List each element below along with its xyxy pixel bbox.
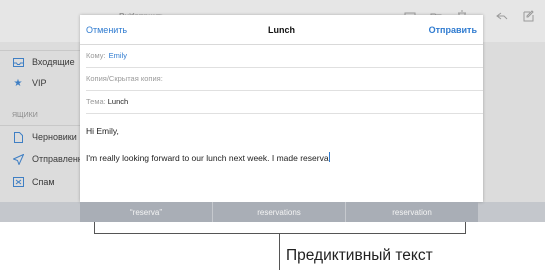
sidebar-item-label: Черновики (32, 132, 77, 142)
to-field[interactable]: Кому: Emily (86, 45, 483, 68)
to-label: Кому: (86, 51, 106, 60)
sidebar-item-label: Спам (32, 177, 55, 187)
sidebar-item-junk[interactable]: Спам (0, 171, 80, 193)
sent-icon (12, 153, 24, 165)
section-header: ЯЩИКИ (12, 112, 38, 119)
subject-value: Lunch (107, 97, 129, 106)
text-cursor (328, 152, 330, 162)
reply-icon (496, 12, 508, 20)
to-recipient[interactable]: Emily (109, 51, 127, 60)
prediction-suggestion[interactable]: reservation (346, 202, 478, 222)
compose-nav-bar: Отменить Lunch Отправить (80, 15, 483, 45)
draft-icon (12, 131, 24, 143)
background-sidebar: Входящие ★ VIP ЯЩИКИ Черновики Отправлен… (0, 42, 80, 202)
compose-sheet: Отменить Lunch Отправить Кому: Emily Копи… (80, 15, 483, 202)
background-message-pane (483, 42, 545, 202)
compose-title: Lunch (268, 25, 295, 35)
message-body-greeting[interactable]: Hi Emily, (86, 126, 481, 136)
send-button[interactable]: Отправить (429, 25, 477, 35)
predictive-text-bar: “reserva” reservations reservation (80, 202, 478, 222)
sidebar-item-label: Отправленные (32, 154, 80, 164)
callout-leader-line (279, 233, 280, 270)
callout-label: Предиктивный текст (286, 247, 433, 264)
star-icon: ★ (13, 77, 23, 89)
ipad-screenshot: ВходящиеИзменить Входящие ★ VIP ЯЩИКИ Че… (0, 0, 545, 222)
compose-icon (523, 10, 534, 22)
subject-label: Тема: (86, 97, 106, 106)
cc-bcc-label: Копия/Скрытая копия: (86, 74, 163, 83)
subject-field[interactable]: Тема: Lunch (86, 91, 483, 114)
sidebar-item-label: VIP (32, 78, 47, 88)
inbox-icon (12, 56, 24, 68)
callout-bracket (94, 222, 466, 234)
prediction-typed-word[interactable]: “reserva” (80, 202, 213, 222)
sidebar-item-vip[interactable]: ★ VIP (0, 72, 80, 94)
message-body-text: I'm really looking forward to our lunch … (86, 153, 329, 163)
cc-bcc-field[interactable]: Копия/Скрытая копия: (86, 68, 483, 91)
sidebar-item-label: Входящие (32, 57, 75, 67)
sidebar-item-sent[interactable]: Отправленные (0, 148, 80, 170)
junk-icon (12, 176, 24, 188)
prediction-suggestion[interactable]: reservations (213, 202, 346, 222)
sidebar-item-inbox[interactable]: Входящие (0, 50, 80, 73)
message-body-line[interactable]: I'm really looking forward to our lunch … (86, 152, 481, 163)
sidebar-item-drafts[interactable]: Черновики (0, 125, 80, 148)
